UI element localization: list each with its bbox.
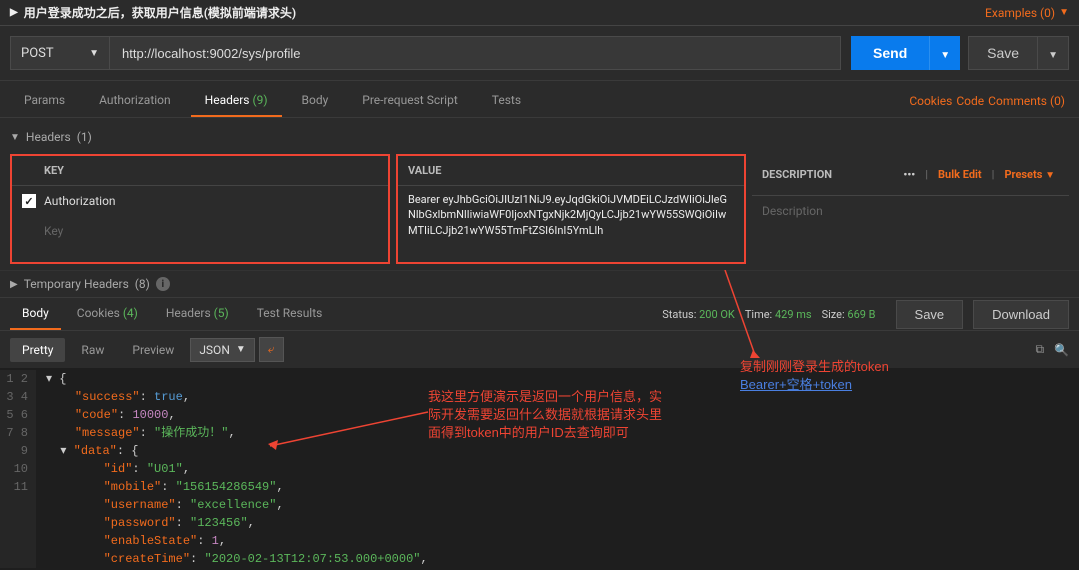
tab-authorization[interactable]: Authorization: [85, 85, 185, 117]
tab-tests[interactable]: Tests: [478, 85, 535, 117]
chevron-right-icon: ▶: [10, 7, 18, 18]
resp-tab-tests[interactable]: Test Results: [245, 298, 335, 330]
response-save-button[interactable]: Save: [896, 300, 964, 329]
headers-desc-column: DESCRIPTION ••• | Bulk Edit | Presets ▼ …: [752, 154, 1069, 264]
resp-tab-headers[interactable]: Headers (5): [154, 298, 241, 330]
chevron-down-icon: ▼: [89, 48, 99, 59]
headers-key-column: KEY ✓ Authorization Key: [10, 154, 390, 264]
header-key-cell[interactable]: ✓ Authorization: [12, 186, 388, 216]
headers-value-column: VALUE Bearer eyJhbGciOiJIUzI1NiJ9.eyJqdG…: [396, 154, 746, 264]
header-desc-new[interactable]: Description: [752, 196, 1069, 226]
titlebar: ▶ 用户登录成功之后，获取用户信息(模拟前端请求头) Examples (0) …: [0, 0, 1079, 26]
presets-dropdown[interactable]: Presets ▼: [1004, 168, 1055, 181]
more-icon[interactable]: •••: [903, 168, 915, 181]
viewer-bar: Pretty Raw Preview JSON▼ ⤶ ⧉ 🔍: [0, 331, 1079, 368]
response-body[interactable]: 1 2 3 4 5 6 7 8 9 10 11 ▾ { "success": t…: [0, 368, 1079, 570]
headers-section: ▼ Headers (1) KEY ✓ Authorization Key VA…: [0, 118, 1079, 270]
link-code[interactable]: Code: [956, 94, 984, 108]
resp-tab-cookies[interactable]: Cookies (4): [65, 298, 150, 330]
line-gutter: 1 2 3 4 5 6 7 8 9 10 11: [0, 370, 36, 568]
request-title: 用户登录成功之后，获取用户信息(模拟前端请求头): [24, 4, 296, 21]
send-dropdown[interactable]: ▼: [929, 36, 960, 70]
format-select[interactable]: JSON▼: [190, 338, 254, 362]
temporary-headers-toggle[interactable]: ▶ Temporary Headers (8) i: [0, 270, 1079, 297]
response-bar: Body Cookies (4) Headers (5) Test Result…: [0, 297, 1079, 331]
json-code: ▾ { "success": true, "code": 10000, "mes…: [36, 370, 428, 568]
url-input[interactable]: [110, 36, 841, 70]
tab-params[interactable]: Params: [10, 85, 79, 117]
tab-body[interactable]: Body: [288, 85, 343, 117]
save-button[interactable]: Save: [968, 36, 1038, 70]
request-tabs: Params Authorization Headers (9) Body Pr…: [0, 81, 1079, 118]
desc-header: DESCRIPTION: [762, 168, 832, 181]
resp-tab-body[interactable]: Body: [10, 298, 61, 330]
request-row: POST ▼ Send ▼ Save ▼: [0, 26, 1079, 81]
examples-dropdown[interactable]: Examples (0) ▼: [985, 6, 1069, 20]
chevron-down-icon: ▼: [1059, 7, 1069, 18]
bulk-edit-link[interactable]: Bulk Edit: [938, 168, 982, 181]
view-raw[interactable]: Raw: [69, 338, 116, 362]
chevron-right-icon: ▶: [10, 279, 18, 290]
copy-icon[interactable]: ⧉: [1035, 342, 1044, 357]
checkbox-checked-icon[interactable]: ✓: [22, 194, 36, 208]
header-value-cell[interactable]: Bearer eyJhbGciOiJIUzI1NiJ9.eyJqdGkiOiJV…: [398, 186, 744, 262]
link-comments[interactable]: Comments (0): [988, 94, 1065, 108]
headers-toggle[interactable]: ▼ Headers (1): [10, 124, 1069, 150]
wrap-lines-icon[interactable]: ⤶: [259, 337, 284, 362]
view-preview[interactable]: Preview: [120, 338, 186, 362]
info-icon[interactable]: i: [156, 277, 170, 291]
method-select[interactable]: POST ▼: [10, 36, 110, 70]
link-cookies[interactable]: Cookies: [909, 94, 952, 108]
tab-headers[interactable]: Headers (9): [191, 85, 282, 117]
view-pretty[interactable]: Pretty: [10, 338, 65, 362]
search-icon[interactable]: 🔍: [1054, 343, 1069, 357]
tab-prerequest[interactable]: Pre-request Script: [348, 85, 471, 117]
response-meta: Status: 200 OK Time: 429 ms Size: 669 B: [662, 308, 875, 321]
value-header: VALUE: [398, 156, 744, 186]
chevron-down-icon: ▼: [10, 132, 20, 143]
response-download-button[interactable]: Download: [973, 300, 1069, 329]
header-key-new[interactable]: Key: [12, 216, 388, 246]
key-header: KEY: [12, 156, 388, 186]
save-dropdown[interactable]: ▼: [1038, 36, 1069, 70]
send-button[interactable]: Send: [851, 36, 929, 70]
